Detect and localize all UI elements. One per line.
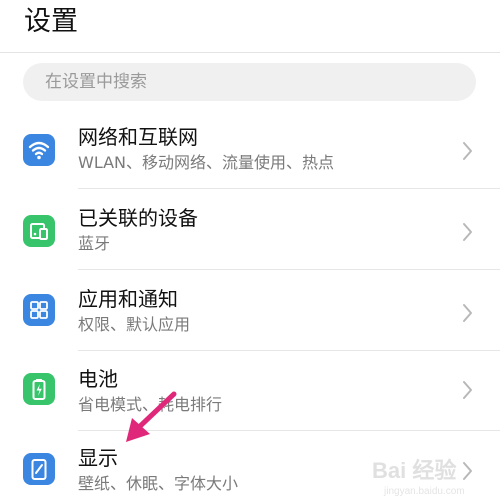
page-title: 设置	[24, 6, 78, 37]
search-placeholder: 在设置中搜索	[45, 72, 147, 92]
battery-icon	[23, 373, 55, 405]
item-title: 电池	[78, 367, 118, 391]
chevron-right-icon	[460, 378, 476, 402]
chevron-right-icon	[460, 220, 476, 244]
item-subtitle: 壁纸、休眠、字体大小	[78, 474, 239, 493]
item-title: 已关联的设备	[78, 206, 198, 230]
devices-icon	[23, 215, 55, 247]
apps-icon	[23, 294, 55, 326]
divider	[78, 188, 500, 189]
chevron-right-icon	[460, 301, 476, 325]
display-icon	[23, 453, 55, 485]
divider	[78, 269, 500, 270]
chevron-right-icon	[460, 139, 476, 163]
settings-item-network[interactable]: 网络和互联网 WLAN、移动网络、流量使用、热点	[0, 110, 500, 190]
wifi-icon	[23, 134, 55, 166]
item-subtitle: WLAN、移动网络、流量使用、热点	[78, 153, 335, 172]
item-subtitle: 权限、默认应用	[78, 315, 191, 334]
settings-item-battery[interactable]: 电池 省电模式、耗电排行	[0, 353, 500, 433]
item-title: 网络和互联网	[78, 125, 198, 149]
watermark-text: Bai 经验	[372, 458, 456, 483]
annotation-arrow-icon	[118, 388, 182, 452]
watermark-subtext: jingyan.baidu.com	[383, 486, 465, 497]
settings-item-apps[interactable]: 应用和通知 权限、默认应用	[0, 272, 500, 352]
item-title: 应用和通知	[78, 287, 178, 311]
settings-item-devices[interactable]: 已关联的设备 蓝牙	[0, 191, 500, 271]
item-title: 显示	[78, 446, 118, 470]
search-input[interactable]: 在设置中搜索	[23, 63, 476, 101]
item-subtitle: 蓝牙	[78, 234, 111, 253]
watermark: Bai 经验 jingyan.baidu.com	[368, 452, 496, 498]
header-bar: 设置	[0, 0, 500, 53]
divider	[78, 350, 500, 351]
